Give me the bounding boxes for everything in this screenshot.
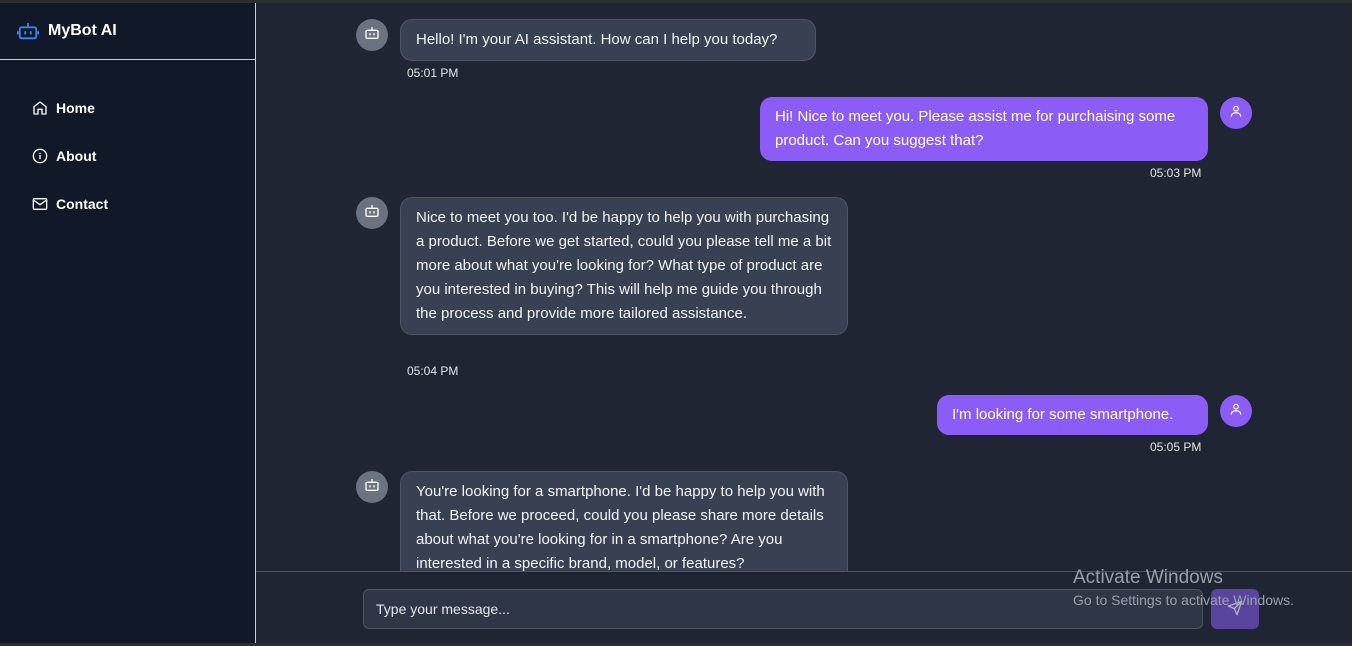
sidebar-item-label: Home: [56, 100, 95, 116]
send-button[interactable]: [1211, 589, 1259, 629]
send-icon: [1227, 600, 1243, 619]
mail-icon: [32, 196, 48, 212]
message-timestamp: 05:04 PM: [407, 364, 459, 378]
bot-icon: [364, 25, 380, 46]
bot-avatar: [356, 471, 388, 503]
sidebar-item-home[interactable]: Home: [0, 84, 255, 132]
user-avatar: [1220, 97, 1252, 129]
bot-icon: [364, 477, 380, 498]
message-composer: [256, 571, 1352, 646]
message-timestamp: 05:03 PM: [1150, 166, 1202, 180]
user-message-bubble: Hi! Nice to meet you. Please assist me f…: [760, 97, 1208, 161]
brand: MyBot AI: [0, 3, 255, 60]
chat-area[interactable]: Hello! I'm your AI assistant. How can I …: [256, 3, 1352, 571]
user-icon: [1229, 104, 1243, 123]
sidebar-item-contact[interactable]: Contact: [0, 180, 255, 228]
bot-icon: [364, 203, 380, 224]
sidebar-item-label: About: [56, 148, 97, 164]
home-icon: [32, 100, 48, 116]
sidebar: MyBot AI Home About Contact: [0, 3, 256, 646]
user-icon: [1229, 402, 1243, 421]
message-timestamp: 05:05 PM: [1150, 440, 1202, 454]
user-message-bubble: I'm looking for some smartphone.: [937, 395, 1208, 435]
bot-message-bubble: Nice to meet you too. I'd be happy to he…: [400, 197, 848, 335]
message-input[interactable]: [363, 589, 1203, 629]
sidebar-item-about[interactable]: About: [0, 132, 255, 180]
sidebar-item-label: Contact: [56, 196, 109, 212]
bot-logo-icon: [17, 20, 39, 42]
message-timestamp: 05:01 PM: [407, 66, 459, 80]
sidebar-nav: Home About Contact: [0, 60, 255, 228]
user-avatar: [1220, 395, 1252, 427]
app-title: MyBot AI: [48, 22, 117, 39]
info-icon: [32, 148, 48, 164]
bot-message-bubble: Hello! I'm your AI assistant. How can I …: [400, 19, 816, 61]
bot-message-bubble: You're looking for a smartphone. I'd be …: [400, 471, 848, 571]
bot-avatar: [356, 19, 388, 51]
bot-avatar: [356, 197, 388, 229]
